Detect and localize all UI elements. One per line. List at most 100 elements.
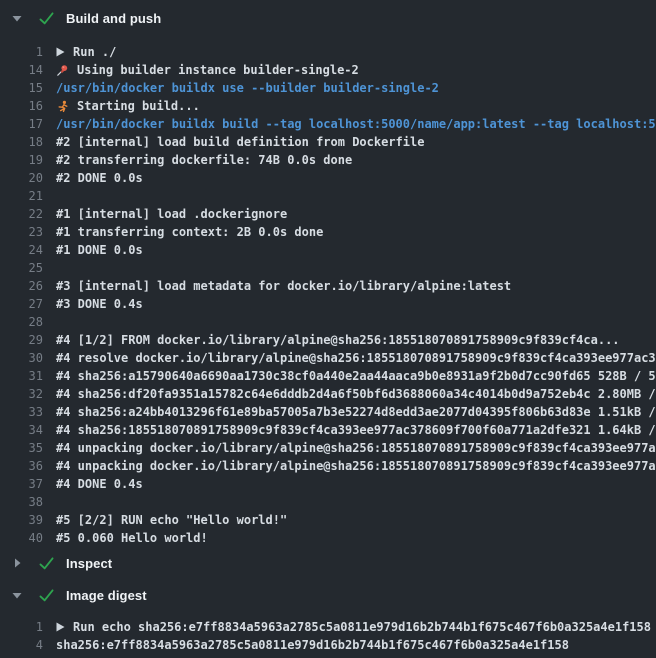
log-text: #2 DONE 0.0s — [56, 171, 143, 185]
log-line: 21 — [0, 187, 656, 205]
line-number[interactable]: 40 — [0, 531, 43, 545]
chevron-down-icon — [12, 14, 22, 23]
section-inspect: Inspect — [0, 547, 656, 579]
log-line: 17/usr/bin/docker buildx build --tag loc… — [0, 115, 656, 133]
section-header-build-and-push[interactable]: Build and push — [0, 0, 656, 36]
log-text: #5 [2/2] RUN echo "Hello world!" — [56, 513, 287, 527]
chevron-down-icon — [12, 591, 22, 600]
log-group-line[interactable]: 1 Run echo sha256:e7ff8834a5963a2785c5a08… — [0, 618, 656, 636]
line-number[interactable]: 21 — [0, 189, 43, 203]
line-number[interactable]: 28 — [0, 315, 43, 329]
log-line: 19 #2 transferring dockerfile: 74B 0.0s d… — [0, 151, 656, 169]
log-text: #3 [internal] load metadata for docker.i… — [56, 279, 511, 293]
line-number[interactable]: 23 — [0, 225, 43, 239]
log-line: 32 #4 sha256:df20fa9351a15782c64e6dddb2d4… — [0, 385, 656, 403]
log-line: 30 #4 resolve docker.io/library/alpine@sh… — [0, 349, 656, 367]
log-group-line[interactable]: 1 Run ./ — [0, 43, 656, 61]
log-text: #4 [1/2] FROM docker.io/library/alpine@s… — [56, 333, 620, 347]
line-number[interactable]: 38 — [0, 495, 43, 509]
check-icon — [39, 12, 54, 25]
log-line: 26 #3 [internal] load metadata for docker… — [0, 277, 656, 295]
section-build-and-push: Build and push 1 Run ./ 14 Using builder ins… — [0, 0, 656, 547]
log-line: 25 — [0, 259, 656, 277]
line-number[interactable]: 29 — [0, 333, 43, 347]
section-title: Inspect — [66, 556, 112, 571]
log-line: 35 #4 unpacking docker.io/library/alpine@… — [0, 439, 656, 457]
log-text: #4 resolve docker.io/library/alpine@sha2… — [56, 351, 656, 365]
log-text: #1 transferring context: 2B 0.0s done — [56, 225, 323, 239]
log-text: #1 DONE 0.0s — [56, 243, 143, 257]
log-line: 38 — [0, 493, 656, 511]
log-line: 18 #2 [internal] load build definition fr… — [0, 133, 656, 151]
line-number[interactable]: 22 — [0, 207, 43, 221]
line-number[interactable]: 26 — [0, 279, 43, 293]
check-icon — [39, 589, 54, 602]
line-number[interactable]: 24 — [0, 243, 43, 257]
line-number[interactable]: 30 — [0, 351, 43, 365]
log-text: #4 sha256:a24bb4013296f61e89ba57005a7b3e… — [56, 405, 656, 419]
line-number[interactable]: 37 — [0, 477, 43, 491]
log-line: 20 #2 DONE 0.0s — [0, 169, 656, 187]
line-number[interactable]: 39 — [0, 513, 43, 527]
line-number[interactable]: 36 — [0, 459, 43, 473]
line-number[interactable]: 4 — [0, 638, 43, 652]
log-line: 16 Starting build... — [0, 97, 656, 115]
log-text: Run ./ — [73, 45, 116, 59]
line-number[interactable]: 14 — [0, 63, 43, 77]
log-text: #3 DONE 0.4s — [56, 297, 143, 311]
line-number[interactable]: 15 — [0, 81, 43, 95]
pushpin-icon — [56, 64, 69, 77]
line-number[interactable]: 33 — [0, 405, 43, 419]
log-line: 31#4 sha256:a15790640a6690aa1730c38cf0a4… — [0, 367, 656, 385]
log-text: sha256:e7ff8834a5963a2785c5a0811e979d16b… — [56, 638, 569, 652]
line-number[interactable]: 16 — [0, 99, 43, 113]
section-header-image-digest[interactable]: Image digest — [0, 579, 656, 611]
log-line: 24 #1 DONE 0.0s — [0, 241, 656, 259]
line-number[interactable]: 19 — [0, 153, 43, 167]
log-text: Starting build... — [77, 99, 200, 113]
line-number[interactable]: 25 — [0, 261, 43, 275]
section-image-digest: Image digest 1 Run echo sha256:e7ff8834a59… — [0, 579, 656, 654]
log-line: 34 #4 sha256:185518070891758909c9f839cf4c… — [0, 421, 656, 439]
section-title: Build and push — [66, 11, 161, 26]
line-number[interactable]: 17 — [0, 117, 43, 131]
log-text: #4 unpacking docker.io/library/alpine@sh… — [56, 459, 656, 473]
line-number[interactable]: 18 — [0, 135, 43, 149]
log-line: 40 #5 0.060 Hello world! — [0, 529, 656, 547]
log-line: 28 — [0, 313, 656, 331]
log-text: #4 sha256:df20fa9351a15782c64e6dddb2d4a6… — [56, 387, 656, 401]
log-text: #5 0.060 Hello world! — [56, 531, 208, 545]
log-container: Build and push1Run ./14Using builder ins… — [0, 0, 656, 654]
check-icon — [39, 557, 54, 570]
section-title: Image digest — [66, 588, 147, 603]
line-number[interactable]: 32 — [0, 387, 43, 401]
log-line: 14 Using builder instance builder-single-… — [0, 61, 656, 79]
log-line: 15/usr/bin/docker buildx use --builder b… — [0, 79, 656, 97]
log-line: 33 #4 sha256:a24bb4013296f61e89ba57005a7b… — [0, 403, 656, 421]
log-line: 37#4 DONE 0.4s — [0, 475, 656, 493]
expand-run-icon — [56, 622, 65, 632]
log-text: #2 transferring dockerfile: 74B 0.0s don… — [56, 153, 352, 167]
log-lines-image-digest: 1 Run echo sha256:e7ff8834a5963a2785c5a08… — [0, 611, 656, 654]
log-line: 39 #5 [2/2] RUN echo "Hello world!" — [0, 511, 656, 529]
line-number[interactable]: 31 — [0, 369, 43, 383]
log-lines-build-and-push: 1 Run ./ 14 Using builder instance builder-… — [0, 36, 656, 547]
log-line: 29 #4 [1/2] FROM docker.io/library/alpine… — [0, 331, 656, 349]
line-number[interactable]: 34 — [0, 423, 43, 437]
line-number[interactable]: 27 — [0, 297, 43, 311]
log-line: 36 #4 unpacking docker.io/library/alpine@… — [0, 457, 656, 475]
log-text: Run echo sha256:e7ff8834a5963a2785c5a081… — [73, 620, 651, 634]
log-text: /usr/bin/docker buildx use --builder bui… — [56, 81, 439, 95]
line-number[interactable]: 1 — [0, 620, 43, 634]
line-number[interactable]: 20 — [0, 171, 43, 185]
section-header-inspect[interactable]: Inspect — [0, 547, 656, 579]
line-number[interactable]: 1 — [0, 45, 43, 59]
log-text: #2 [internal] load build definition from… — [56, 135, 424, 149]
log-line: 23 #1 transferring context: 2B 0.0s done — [0, 223, 656, 241]
log-text: #4 sha256:185518070891758909c9f839cf4ca3… — [56, 423, 656, 437]
log-text: #1 [internal] load .dockerignore — [56, 207, 287, 221]
log-text: Using builder instance builder-single-2 — [77, 63, 359, 77]
expand-run-icon — [56, 47, 65, 57]
log-text: #4 unpacking docker.io/library/alpine@sh… — [56, 441, 656, 455]
line-number[interactable]: 35 — [0, 441, 43, 455]
